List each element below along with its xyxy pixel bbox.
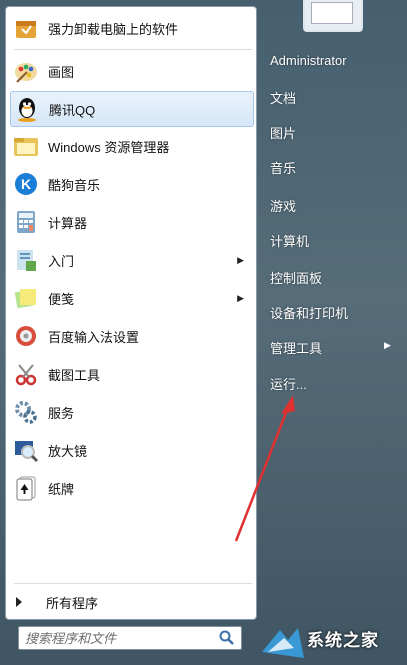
annotation-arrow (234, 395, 295, 542)
watermark-text: 系统之家 (307, 631, 379, 650)
start-menu: 强力卸载电脑上的软件 画图 腾讯QQ Windows 资源管理器 K 酷狗音乐 … (0, 0, 407, 665)
